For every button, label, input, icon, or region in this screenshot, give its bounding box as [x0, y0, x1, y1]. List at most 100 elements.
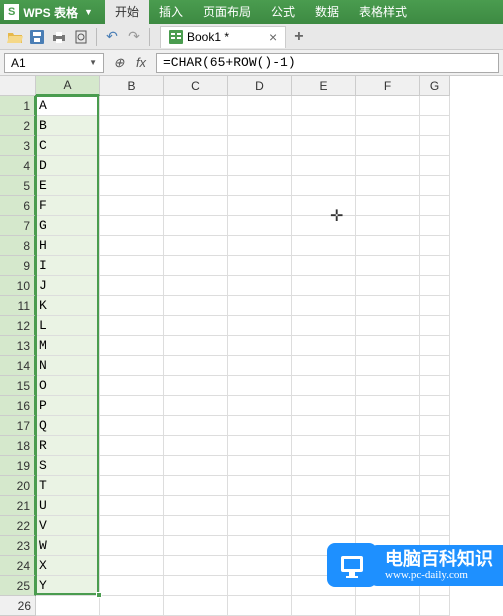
row-header[interactable]: 11 — [0, 296, 36, 316]
row-header[interactable]: 25 — [0, 576, 36, 596]
select-all-corner[interactable] — [0, 76, 36, 96]
cell[interactable] — [356, 236, 420, 256]
cell[interactable] — [292, 376, 356, 396]
cell[interactable] — [100, 216, 164, 236]
cell[interactable] — [164, 456, 228, 476]
row-header[interactable]: 7 — [0, 216, 36, 236]
cell[interactable] — [228, 576, 292, 596]
cell[interactable] — [292, 176, 356, 196]
cell[interactable] — [356, 436, 420, 456]
cell[interactable] — [228, 516, 292, 536]
cell[interactable] — [164, 156, 228, 176]
cell[interactable] — [420, 236, 450, 256]
cell[interactable] — [100, 576, 164, 596]
cell[interactable] — [292, 396, 356, 416]
cell[interactable] — [420, 216, 450, 236]
menu-item[interactable]: 数据 — [305, 0, 349, 24]
column-header[interactable]: B — [100, 76, 164, 96]
cell[interactable] — [164, 136, 228, 156]
redo-icon[interactable]: ↷ — [124, 27, 144, 47]
cell[interactable] — [100, 116, 164, 136]
cell[interactable]: K — [36, 296, 100, 316]
cell[interactable] — [356, 196, 420, 216]
cell[interactable] — [164, 476, 228, 496]
function-wizard-icon[interactable]: ⊕ — [108, 53, 130, 73]
cell[interactable] — [292, 256, 356, 276]
cell[interactable] — [164, 356, 228, 376]
cell[interactable] — [292, 196, 356, 216]
cell[interactable] — [228, 236, 292, 256]
row-header[interactable]: 4 — [0, 156, 36, 176]
row-header[interactable]: 26 — [0, 596, 36, 616]
row-header[interactable]: 3 — [0, 136, 36, 156]
cell[interactable] — [228, 496, 292, 516]
cell[interactable]: E — [36, 176, 100, 196]
row-header[interactable]: 19 — [0, 456, 36, 476]
cell[interactable] — [420, 96, 450, 116]
cell[interactable] — [292, 336, 356, 356]
cell[interactable] — [356, 336, 420, 356]
cell[interactable] — [228, 356, 292, 376]
cell[interactable] — [356, 376, 420, 396]
cell[interactable] — [164, 176, 228, 196]
open-icon[interactable] — [5, 27, 25, 47]
cell[interactable] — [420, 496, 450, 516]
row-header[interactable]: 23 — [0, 536, 36, 556]
cell[interactable] — [100, 316, 164, 336]
cell[interactable] — [164, 316, 228, 336]
cell[interactable] — [164, 236, 228, 256]
cell[interactable] — [356, 136, 420, 156]
cell[interactable] — [164, 536, 228, 556]
app-menu-dropdown[interactable]: ▼ — [84, 7, 93, 17]
cell[interactable] — [164, 596, 228, 616]
cell[interactable] — [228, 336, 292, 356]
cell[interactable] — [420, 296, 450, 316]
cell[interactable] — [100, 416, 164, 436]
cell[interactable]: J — [36, 276, 100, 296]
cell[interactable]: V — [36, 516, 100, 536]
cell[interactable] — [420, 476, 450, 496]
cell[interactable] — [164, 96, 228, 116]
cell[interactable] — [228, 416, 292, 436]
cell[interactable]: X — [36, 556, 100, 576]
cell[interactable] — [100, 276, 164, 296]
cell[interactable] — [356, 256, 420, 276]
cell[interactable] — [292, 476, 356, 496]
cell[interactable] — [356, 276, 420, 296]
cell[interactable] — [100, 296, 164, 316]
cell[interactable] — [292, 316, 356, 336]
cell[interactable] — [164, 116, 228, 136]
row-header[interactable]: 8 — [0, 236, 36, 256]
cell[interactable]: G — [36, 216, 100, 236]
menu-item[interactable]: 公式 — [261, 0, 305, 24]
cell[interactable] — [228, 376, 292, 396]
cell[interactable] — [228, 116, 292, 136]
cell[interactable]: P — [36, 396, 100, 416]
cell[interactable] — [292, 496, 356, 516]
cell[interactable] — [164, 396, 228, 416]
row-header[interactable]: 24 — [0, 556, 36, 576]
cell[interactable] — [164, 416, 228, 436]
cell[interactable]: A — [36, 96, 100, 116]
cell[interactable] — [356, 176, 420, 196]
cell[interactable] — [420, 376, 450, 396]
cell[interactable] — [420, 416, 450, 436]
cell[interactable] — [164, 576, 228, 596]
cell[interactable] — [228, 276, 292, 296]
cell[interactable] — [228, 176, 292, 196]
cell[interactable]: R — [36, 436, 100, 456]
fill-handle[interactable] — [96, 592, 102, 598]
cell[interactable] — [356, 596, 420, 616]
cell[interactable] — [100, 236, 164, 256]
cell[interactable] — [164, 496, 228, 516]
cell[interactable] — [292, 596, 356, 616]
cell[interactable] — [356, 316, 420, 336]
cell[interactable] — [228, 196, 292, 216]
cell[interactable] — [420, 336, 450, 356]
cell[interactable] — [36, 596, 100, 616]
cell[interactable]: O — [36, 376, 100, 396]
cell[interactable] — [228, 476, 292, 496]
row-header[interactable]: 9 — [0, 256, 36, 276]
cell[interactable] — [100, 356, 164, 376]
cell[interactable] — [164, 296, 228, 316]
